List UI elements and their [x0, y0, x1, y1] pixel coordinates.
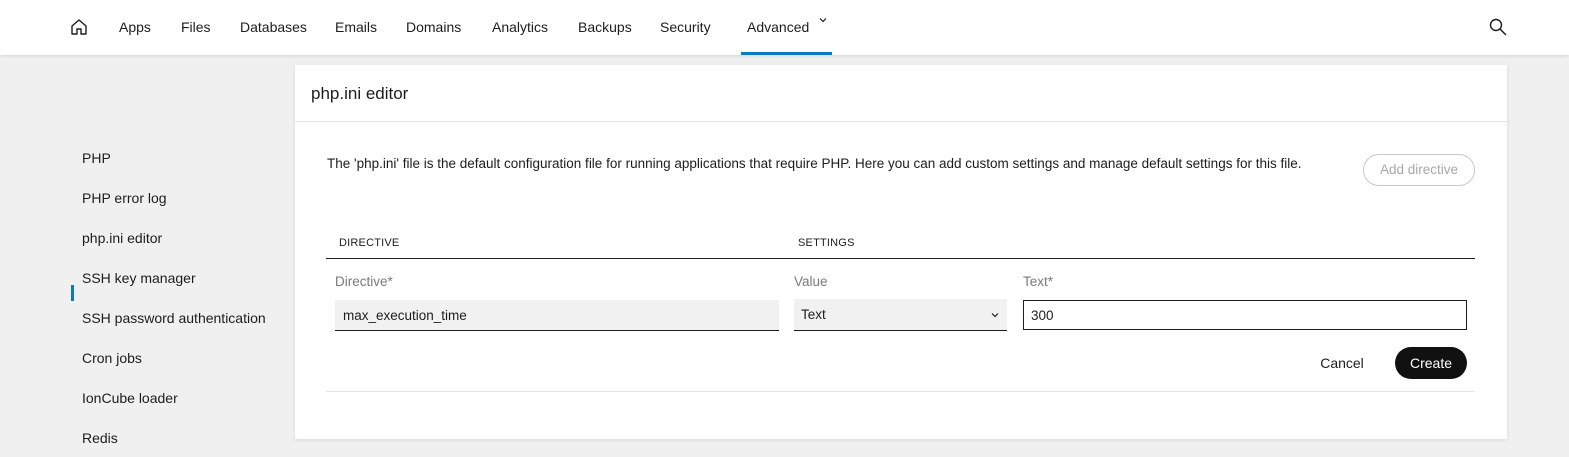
directive-input-value: max_execution_time	[343, 307, 467, 323]
nav-databases[interactable]: Databases	[240, 18, 307, 36]
nav-backups[interactable]: Backups	[578, 18, 632, 36]
nav-emails[interactable]: Emails	[335, 18, 377, 36]
row-divider	[326, 391, 1475, 392]
search-icon	[1489, 18, 1507, 36]
nav-advanced-label: Advanced	[747, 19, 810, 35]
cancel-button[interactable]: Cancel	[1311, 348, 1373, 378]
sidebar-item-ssh-key-manager[interactable]: SSH key manager	[82, 269, 196, 287]
page-title: php.ini editor	[311, 84, 409, 103]
nav-analytics[interactable]: Analytics	[492, 18, 548, 36]
nav-domains[interactable]: Domains	[406, 18, 461, 36]
create-button[interactable]: Create	[1395, 347, 1467, 379]
value-type-select[interactable]: Text	[794, 299, 1007, 331]
search-button[interactable]	[1487, 16, 1509, 38]
column-header-settings: SETTINGS	[798, 237, 855, 249]
column-header-directive: DIRECTIVE	[339, 237, 400, 249]
php-ini-editor-card: php.ini editor The 'php.ini' file is the…	[295, 65, 1507, 439]
directive-label: Directive*	[335, 274, 393, 289]
add-directive-button[interactable]: Add directive	[1363, 154, 1475, 186]
sidebar-item-php-ini-editor[interactable]: php.ini editor	[82, 229, 162, 247]
sidebar-item-redis[interactable]: Redis	[82, 429, 118, 447]
home-button[interactable]	[66, 14, 92, 40]
nav-apps[interactable]: Apps	[119, 18, 151, 36]
card-header: php.ini editor	[295, 65, 1507, 122]
chevron-down-icon	[819, 18, 827, 23]
chevron-down-icon	[991, 312, 999, 317]
sidebar-item-php[interactable]: PHP	[82, 149, 111, 167]
description-text: The 'php.ini' file is the default config…	[327, 156, 1302, 171]
sidebar-item-cron-jobs[interactable]: Cron jobs	[82, 349, 142, 367]
sidebar-active-marker	[71, 285, 74, 301]
text-value-input[interactable]: 300	[1023, 300, 1467, 330]
top-navigation: Apps Files Databases Emails Domains Anal…	[0, 0, 1569, 55]
sidebar: PHP PHP error log php.ini editor SSH key…	[0, 55, 290, 457]
sidebar-item-ioncube-loader[interactable]: IonCube loader	[82, 389, 178, 407]
sidebar-item-ssh-password-auth[interactable]: SSH password authentication	[82, 309, 266, 327]
text-label: Text*	[1023, 274, 1054, 289]
directive-input[interactable]: max_execution_time	[335, 300, 779, 331]
sidebar-item-php-error-log[interactable]: PHP error log	[82, 189, 167, 207]
home-icon	[71, 19, 87, 35]
nav-advanced[interactable]: Advanced	[747, 18, 827, 36]
nav-files[interactable]: Files	[181, 18, 211, 36]
value-type-selected: Text	[801, 307, 826, 322]
nav-security[interactable]: Security	[660, 18, 711, 36]
value-label: Value	[794, 274, 828, 289]
text-value: 300	[1031, 307, 1054, 323]
table-header: DIRECTIVE SETTINGS	[326, 225, 1475, 259]
active-tab-indicator	[741, 52, 832, 55]
